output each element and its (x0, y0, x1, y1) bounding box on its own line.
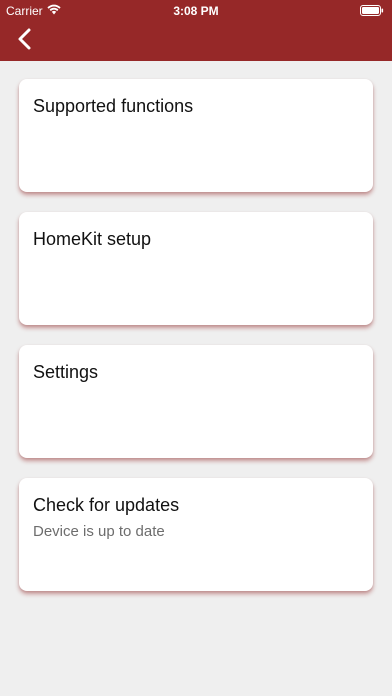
battery-icon (360, 5, 384, 16)
card-title: Settings (33, 362, 99, 382)
status-time: 3:08 PM (173, 4, 219, 18)
settings-card[interactable]: Settings (19, 345, 373, 458)
supported-functions-card[interactable]: Supported functions (19, 79, 373, 192)
status-bar: Carrier 3:08 PM (0, 0, 392, 20)
card-title: Check for updates (33, 495, 180, 515)
back-button[interactable] (14, 26, 38, 52)
menu-card-list: Supported functions HomeKit setup Settin… (19, 79, 373, 611)
homekit-setup-card[interactable]: HomeKit setup (19, 212, 373, 325)
update-status-text: Device is up to date (33, 523, 165, 540)
card-title: Supported functions (33, 96, 194, 116)
chevron-left-icon (18, 28, 31, 50)
app-header: Carrier 3:08 PM (0, 0, 392, 61)
card-title: HomeKit setup (33, 229, 152, 249)
check-for-updates-card[interactable]: Check for updates Device is up to date (19, 478, 373, 591)
